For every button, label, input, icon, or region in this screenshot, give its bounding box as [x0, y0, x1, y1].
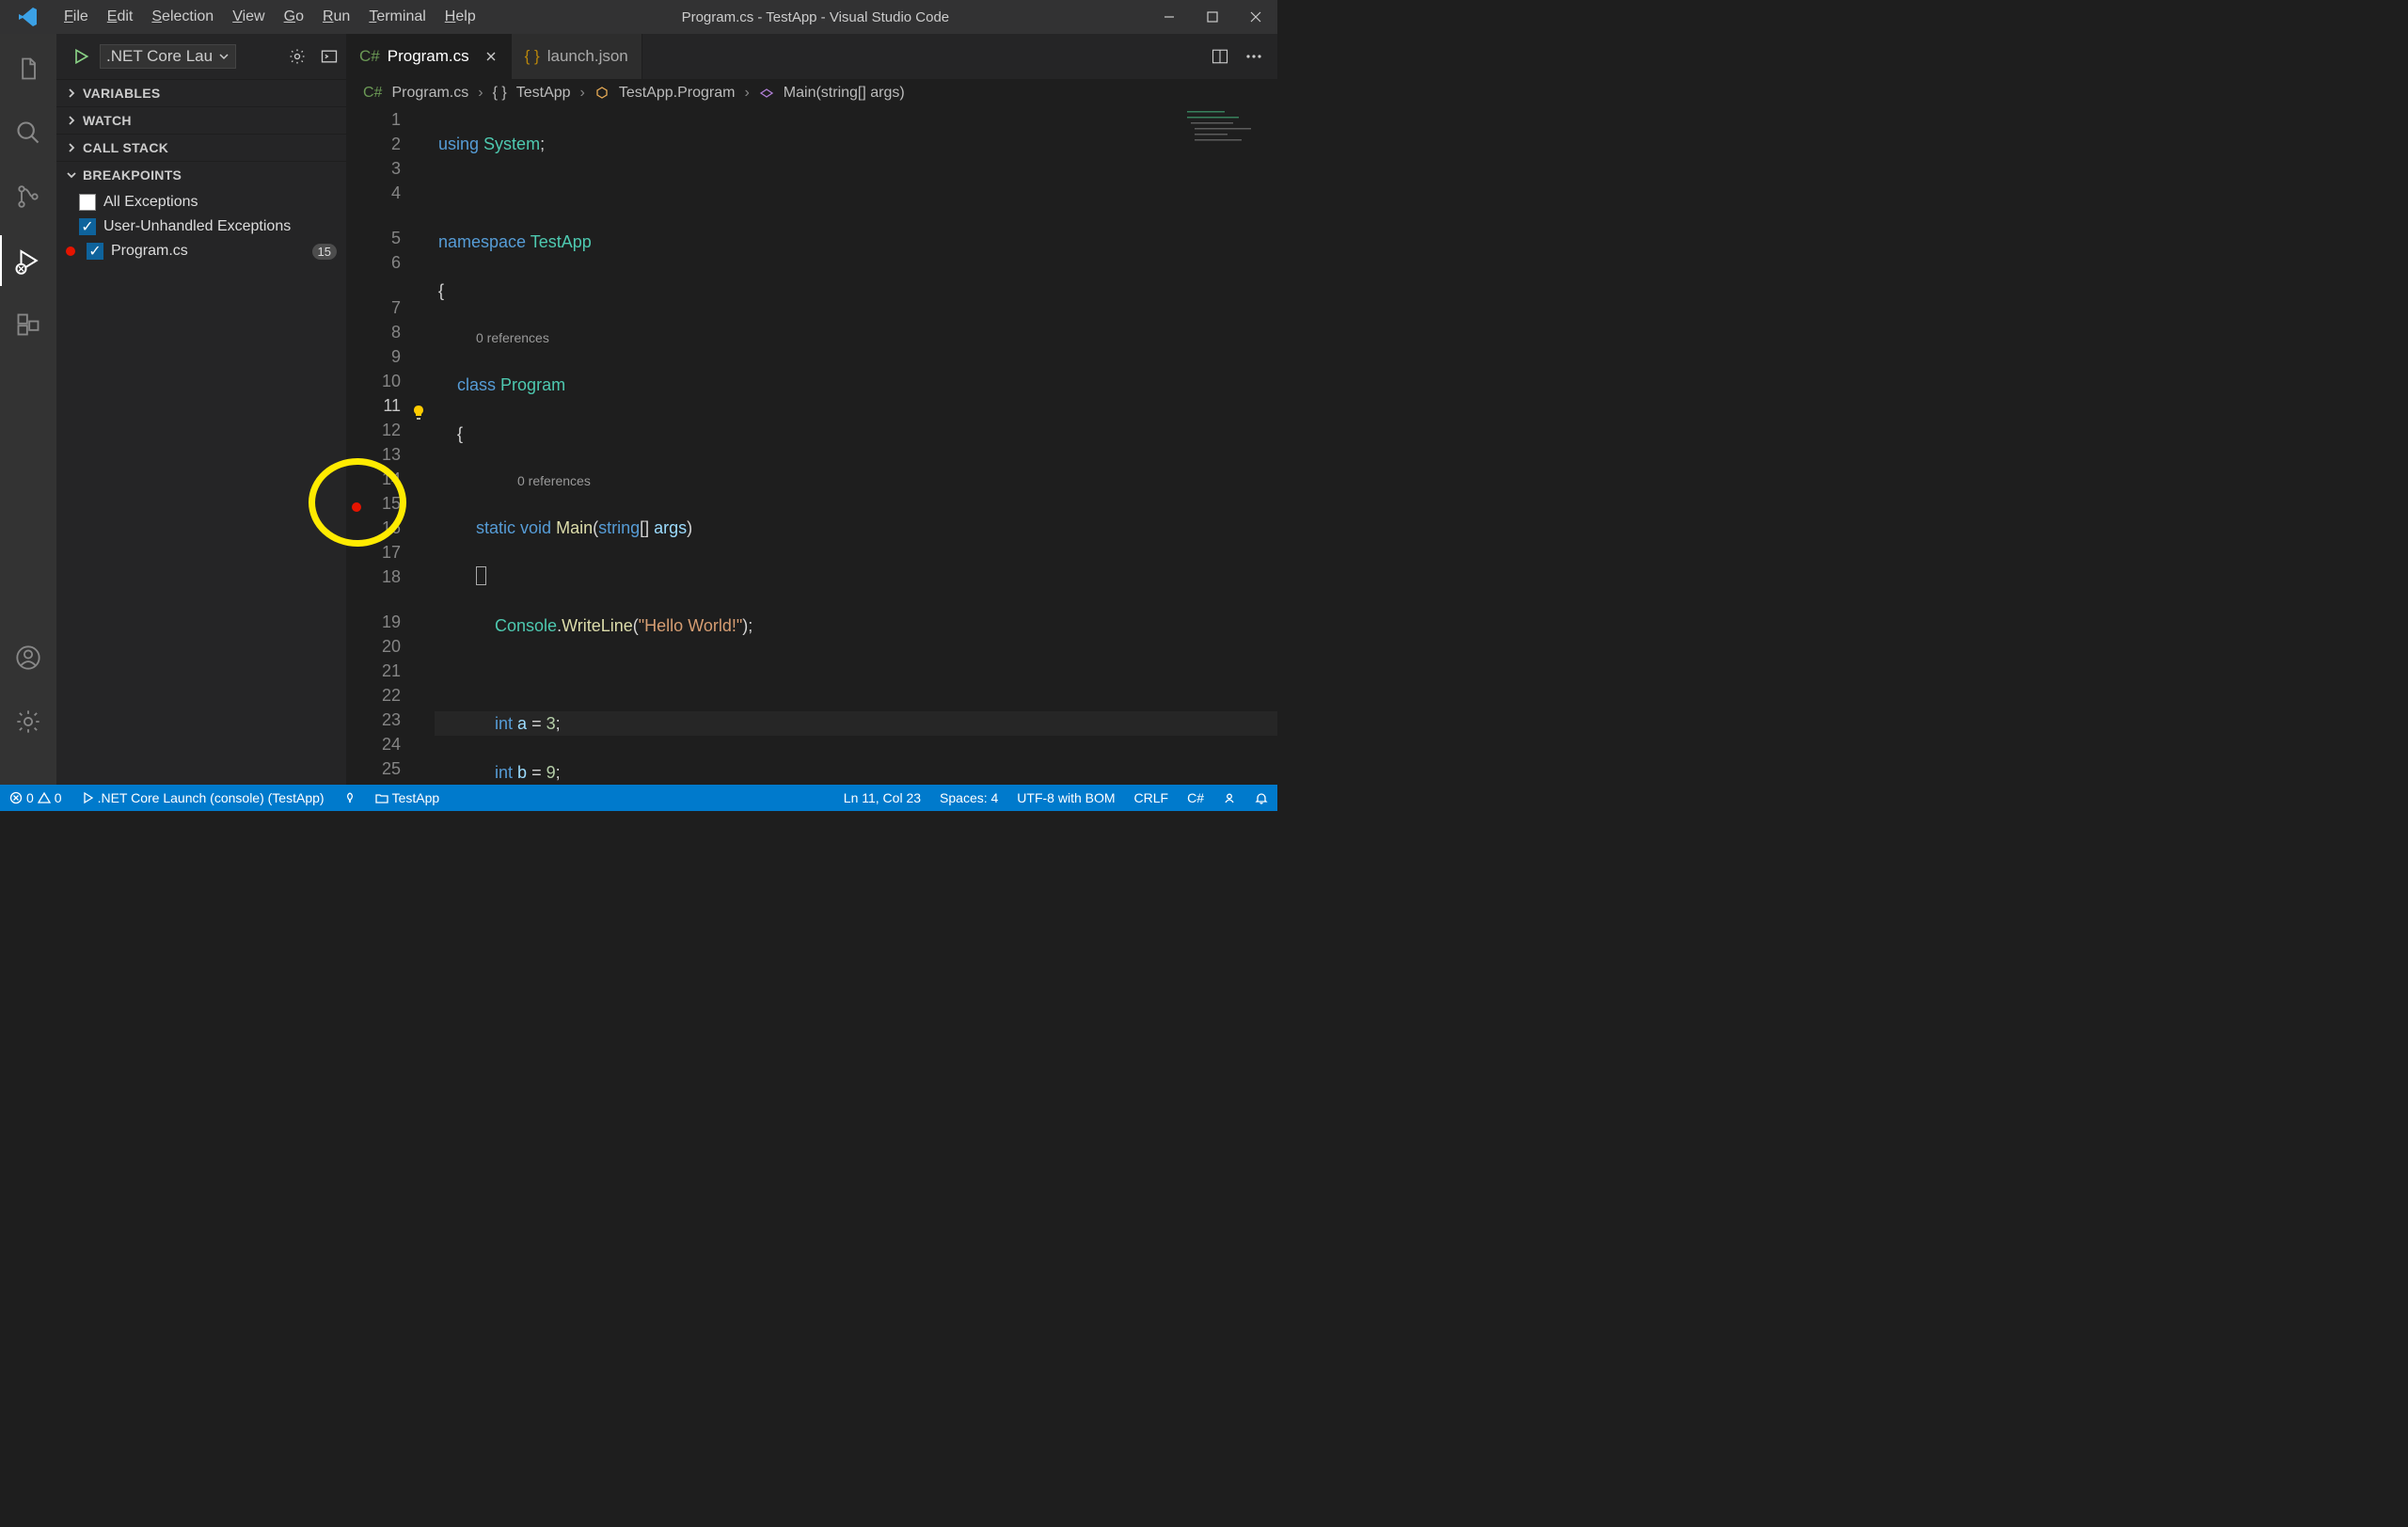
- status-folder[interactable]: TestApp: [366, 785, 450, 811]
- chevron-down-icon: [218, 51, 230, 62]
- section-variables[interactable]: VARIABLES: [56, 79, 346, 106]
- checkbox-checked[interactable]: ✓: [87, 243, 103, 260]
- csharp-file-icon: C#: [363, 85, 382, 102]
- menu-bar: File Edit Selection View Go Run Terminal…: [56, 5, 483, 29]
- close-window-button[interactable]: [1234, 0, 1277, 34]
- status-indentation[interactable]: Spaces: 4: [930, 785, 1007, 811]
- title-bar: File Edit Selection View Go Run Terminal…: [0, 0, 1277, 34]
- method-icon: [759, 86, 774, 101]
- run-debug-icon[interactable]: [0, 235, 56, 286]
- editor-tabs: C# Program.cs { } launch.json: [346, 34, 1277, 79]
- vscode-logo-icon: [0, 6, 56, 28]
- menu-file[interactable]: File: [56, 5, 96, 29]
- extensions-icon[interactable]: [0, 299, 56, 350]
- menu-run[interactable]: Run: [315, 5, 357, 29]
- status-eol[interactable]: CRLF: [1125, 785, 1179, 811]
- codelens[interactable]: 0 references: [435, 470, 1277, 491]
- menu-terminal[interactable]: Terminal: [361, 5, 433, 29]
- status-debug-launch[interactable]: .NET Core Launch (console) (TestApp): [71, 785, 334, 811]
- callstack-label: CALL STACK: [83, 140, 168, 155]
- split-editor-icon[interactable]: [1212, 48, 1228, 65]
- class-icon: [594, 86, 610, 101]
- csharp-file-icon: C#: [359, 47, 380, 66]
- breakpoint-user-unhandled[interactable]: ✓ User-Unhandled Exceptions: [56, 215, 346, 239]
- debug-config-dropdown[interactable]: .NET Core Lau: [100, 44, 236, 69]
- debug-toolbar: .NET Core Lau: [56, 34, 346, 79]
- breadcrumb-item[interactable]: TestApp: [516, 85, 571, 102]
- codelens[interactable]: 0 references: [435, 327, 1277, 348]
- editor-actions: [1196, 34, 1277, 79]
- bp-label: All Exceptions: [103, 194, 198, 211]
- watch-label: WATCH: [83, 113, 132, 128]
- lightbulb-icon[interactable]: [412, 405, 425, 422]
- more-actions-icon[interactable]: [1245, 54, 1262, 59]
- debug-config-label: .NET Core Lau: [106, 47, 213, 66]
- search-icon[interactable]: [0, 107, 56, 158]
- tab-close-button[interactable]: [484, 50, 498, 63]
- explorer-icon[interactable]: [0, 43, 56, 94]
- section-callstack[interactable]: CALL STACK: [56, 134, 346, 161]
- checkbox-checked[interactable]: ✓: [79, 218, 96, 235]
- breakpoint-dot-icon: [66, 247, 75, 256]
- menu-help[interactable]: Help: [437, 5, 483, 29]
- variables-label: VARIABLES: [83, 86, 161, 101]
- menu-edit[interactable]: Edit: [100, 5, 141, 29]
- status-feedback-icon[interactable]: [1213, 785, 1245, 811]
- window-controls: [1148, 0, 1277, 34]
- tab-label: Program.cs: [388, 47, 469, 66]
- breadcrumb-item[interactable]: TestApp.Program: [619, 85, 736, 102]
- menu-selection[interactable]: Selection: [144, 5, 221, 29]
- settings-gear-icon[interactable]: [0, 696, 56, 747]
- code-editor[interactable]: 1234 56 789101112131415161718 1920212223…: [346, 107, 1277, 785]
- source-control-icon[interactable]: [0, 171, 56, 222]
- editor-area: C# Program.cs { } launch.json C# Program…: [346, 34, 1277, 785]
- start-debug-button[interactable]: [71, 47, 90, 66]
- bp-label: User-Unhandled Exceptions: [103, 218, 291, 235]
- status-problems[interactable]: 0 0: [0, 785, 71, 811]
- minimize-button[interactable]: [1148, 0, 1191, 34]
- breakpoint-dot-icon[interactable]: [352, 502, 361, 512]
- status-bar: 0 0 .NET Core Launch (console) (TestApp)…: [0, 785, 1277, 811]
- breakpoint-all-exceptions[interactable]: All Exceptions: [56, 190, 346, 215]
- chevron-right-icon: [66, 87, 77, 99]
- json-file-icon: { }: [525, 47, 540, 66]
- code-content[interactable]: using System; namespace TestApp { 0 refe…: [435, 107, 1277, 785]
- breakpoints-label: BREAKPOINTS: [83, 167, 182, 183]
- section-watch[interactable]: WATCH: [56, 106, 346, 134]
- breakpoint-gutter[interactable]: [346, 107, 371, 785]
- section-breakpoints: BREAKPOINTS All Exceptions ✓ User-Unhand…: [56, 161, 346, 269]
- glyph-margin: [406, 107, 435, 785]
- tab-launch-json[interactable]: { } launch.json: [512, 34, 642, 79]
- tab-program-cs[interactable]: C# Program.cs: [346, 34, 512, 79]
- breadcrumb[interactable]: C# Program.cs › { } TestApp › TestApp.Pr…: [346, 79, 1277, 107]
- chevron-right-icon: [66, 142, 77, 153]
- breadcrumb-item[interactable]: Main(string[] args): [784, 85, 905, 102]
- maximize-button[interactable]: [1191, 0, 1234, 34]
- menu-view[interactable]: View: [225, 5, 272, 29]
- menu-go[interactable]: Go: [277, 5, 311, 29]
- chevron-down-icon: [66, 169, 77, 181]
- chevron-right-icon: [66, 115, 77, 126]
- checkbox-unchecked[interactable]: [79, 194, 96, 211]
- status-encoding[interactable]: UTF-8 with BOM: [1007, 785, 1124, 811]
- window-title: Program.cs - TestApp - Visual Studio Cod…: [483, 9, 1148, 25]
- minimap[interactable]: [1183, 107, 1277, 183]
- status-hot-reload-icon[interactable]: [334, 785, 366, 811]
- gear-icon[interactable]: [288, 47, 307, 66]
- activity-bar: [0, 34, 56, 785]
- tab-label: launch.json: [547, 47, 628, 66]
- bp-file-label: Program.cs: [111, 243, 188, 260]
- debug-sidebar: .NET Core Lau VARIABLES WATCH CALL: [56, 34, 346, 785]
- breakpoint-file-row[interactable]: ✓ Program.cs 15: [56, 239, 346, 263]
- accounts-icon[interactable]: [0, 632, 56, 683]
- status-language[interactable]: C#: [1178, 785, 1213, 811]
- breakpoints-header[interactable]: BREAKPOINTS: [56, 162, 346, 188]
- status-notifications-icon[interactable]: [1245, 785, 1277, 811]
- status-cursor-position[interactable]: Ln 11, Col 23: [834, 785, 930, 811]
- breadcrumb-item[interactable]: Program.cs: [391, 85, 468, 102]
- line-numbers: 1234 56 789101112131415161718 1920212223…: [371, 107, 406, 785]
- debug-console-icon[interactable]: [320, 47, 339, 66]
- bp-line-badge: 15: [312, 244, 337, 260]
